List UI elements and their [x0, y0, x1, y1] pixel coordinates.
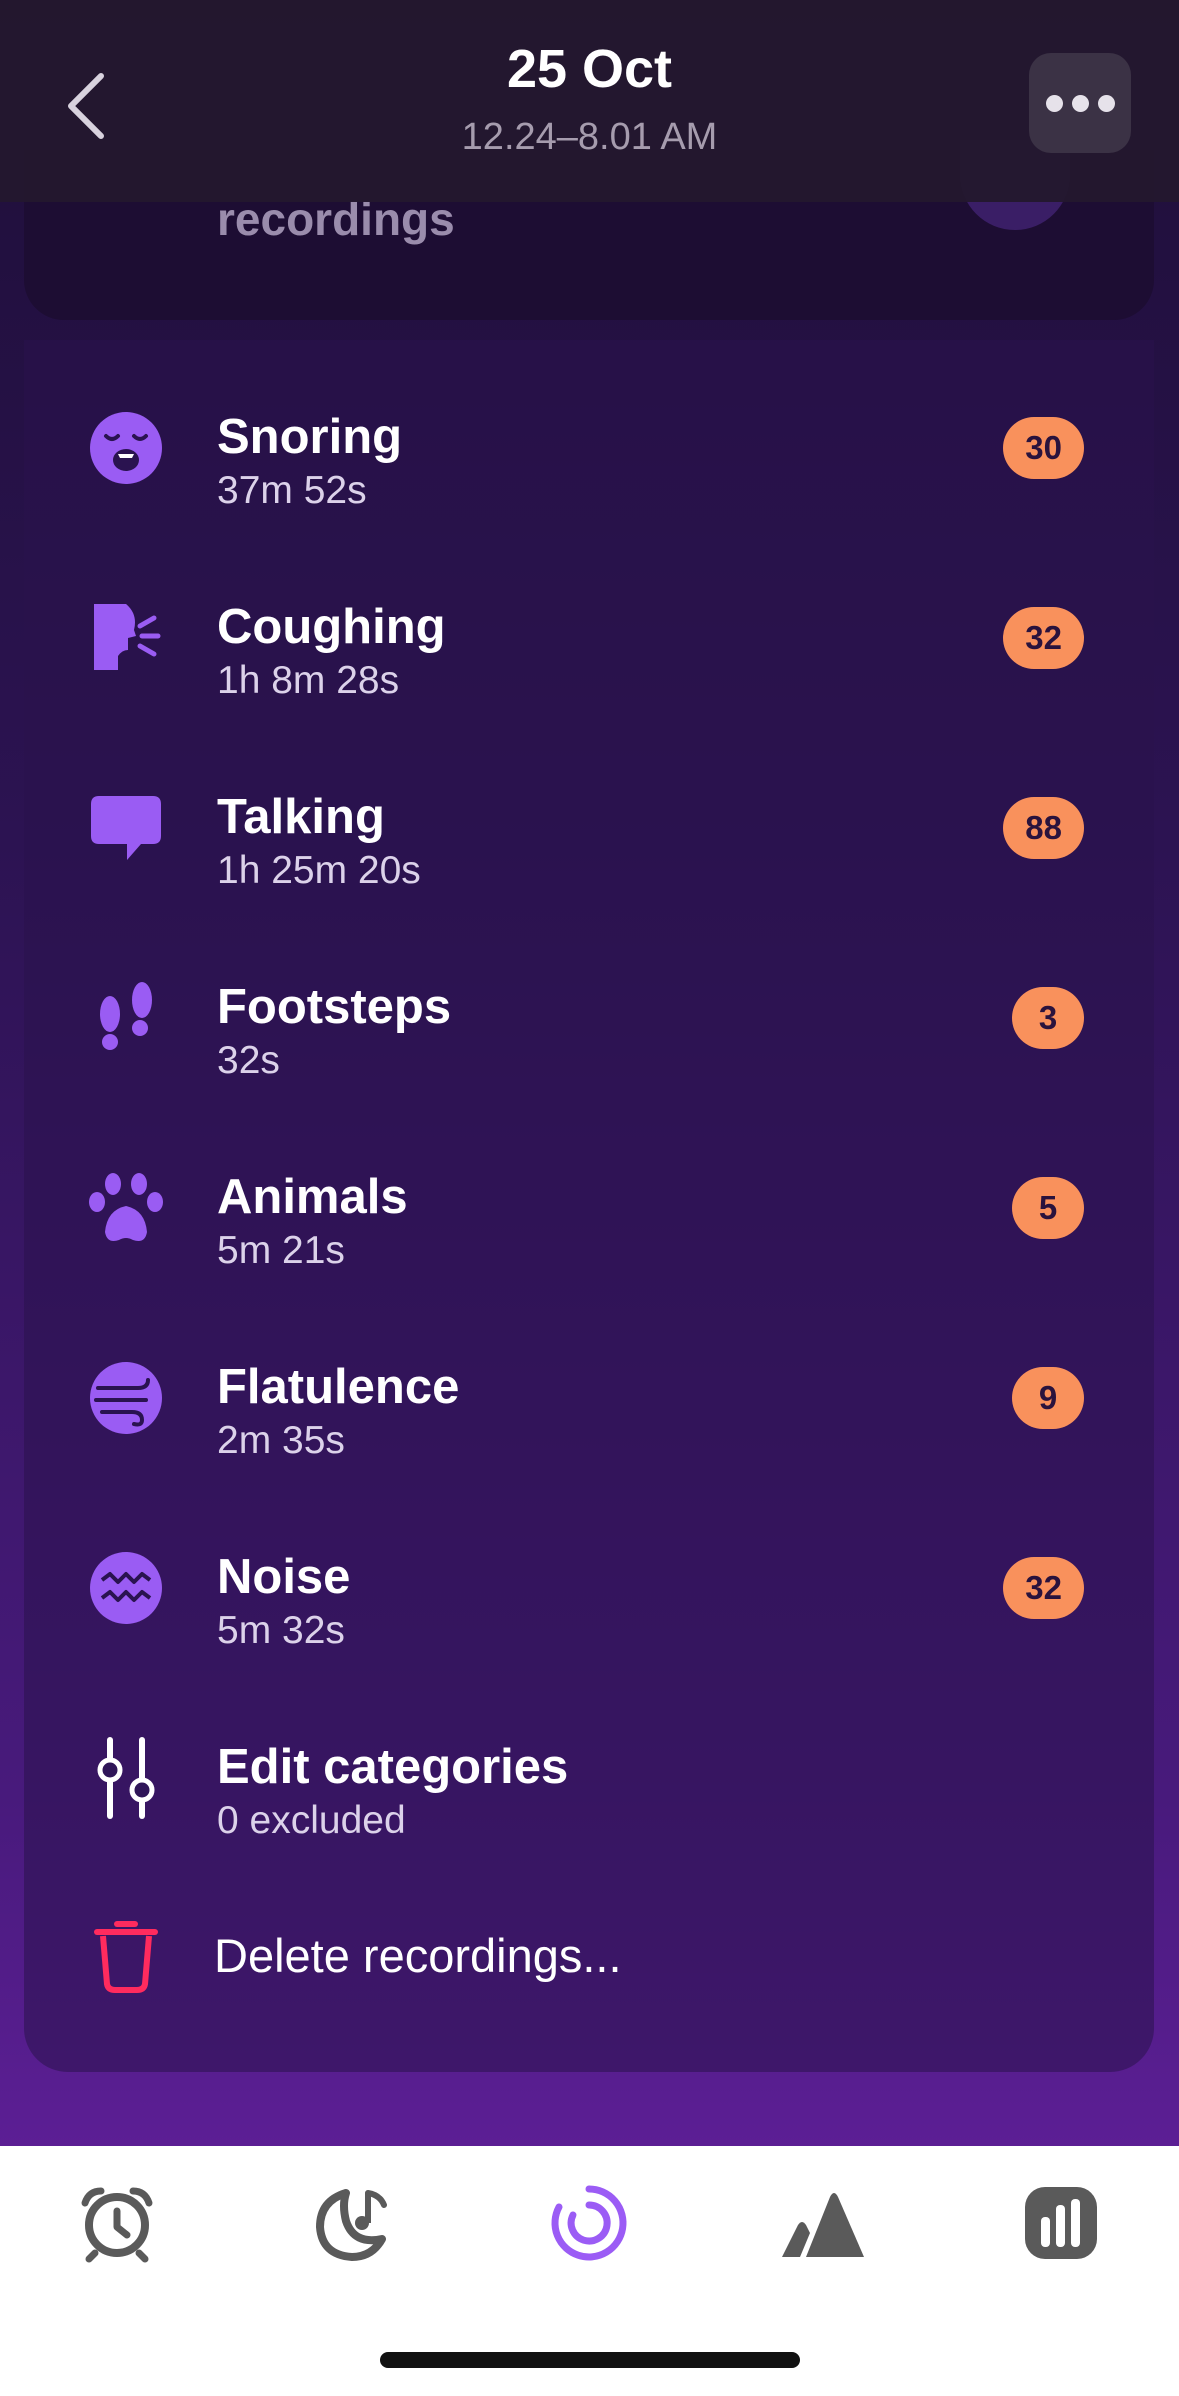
delete-recordings-button[interactable]: Delete recordings...: [24, 1871, 1154, 2041]
footsteps-icon: [84, 976, 168, 1060]
category-row-talking[interactable]: Talking 1h 25m 20s 88: [24, 743, 1154, 913]
category-row-footsteps[interactable]: Footsteps 32s 3: [24, 933, 1154, 1103]
category-name: Snoring: [217, 410, 403, 464]
sliders-icon: [84, 1736, 168, 1820]
category-count-badge: 9: [1012, 1367, 1084, 1429]
category-count-badge: 30: [1003, 417, 1084, 479]
trash-icon: [84, 1914, 168, 1998]
category-name: Animals: [217, 1170, 408, 1224]
category-name: Talking: [217, 790, 385, 844]
category-count-badge: 3: [1012, 987, 1084, 1049]
category-duration: 1h 8m 28s: [217, 659, 400, 702]
more-dots-icon: [1045, 94, 1063, 112]
more-options-button[interactable]: [1029, 53, 1131, 153]
category-row-coughing[interactable]: Coughing 1h 8m 28s 32: [24, 553, 1154, 723]
category-duration: 32s: [217, 1039, 280, 1082]
category-count-badge: 32: [1003, 1557, 1084, 1619]
mountain-icon: [782, 2193, 864, 2257]
tab-statistics[interactable]: [1016, 2178, 1106, 2268]
paw-icon: [84, 1166, 168, 1250]
page-title: 25 Oct: [506, 39, 673, 99]
alarm-clock-icon: [81, 2187, 153, 2263]
noise-wave-icon: [84, 1546, 168, 1630]
time-range: 12.24–8.01 AM: [461, 116, 718, 158]
speech-bubble-icon: [84, 786, 168, 870]
category-count-badge: 32: [1003, 607, 1084, 669]
moon-music-icon: [316, 2189, 387, 2261]
categories-card: Snoring 37m 52s 30 Coughing 1h 8m 28s 32…: [24, 340, 1154, 2072]
category-name: Footsteps: [217, 980, 452, 1034]
bar-chart-icon: [1025, 2187, 1097, 2259]
category-row-noise[interactable]: Noise 5m 32s 32: [24, 1503, 1154, 1673]
category-duration: 5m 21s: [217, 1229, 345, 1272]
category-count-badge: 88: [1003, 797, 1084, 859]
category-name: Noise: [217, 1550, 351, 1604]
nav-header: 25 Oct 12.24–8.01 AM: [0, 0, 1179, 202]
category-count-badge: 5: [1012, 1177, 1084, 1239]
category-name: Coughing: [217, 600, 446, 654]
tab-sleep-sounds[interactable]: [307, 2178, 397, 2268]
category-duration: 1h 25m 20s: [217, 849, 421, 892]
edit-categories-sublabel: 0 excluded: [217, 1799, 406, 1842]
wind-icon: [84, 1356, 168, 1440]
category-row-flatulence[interactable]: Flatulence 2m 35s 9: [24, 1313, 1154, 1483]
tab-dreams[interactable]: [778, 2178, 868, 2268]
category-duration: 37m 52s: [217, 469, 367, 512]
coughing-icon: [84, 596, 168, 680]
category-duration: 2m 35s: [217, 1419, 345, 1462]
progress-ring-icon: [551, 2185, 627, 2261]
category-name: Flatulence: [217, 1360, 460, 1414]
snoring-face-icon: [84, 406, 168, 490]
tab-alarm[interactable]: [72, 2178, 162, 2268]
category-duration: 5m 32s: [217, 1609, 345, 1652]
category-row-animals[interactable]: Animals 5m 21s 5: [24, 1123, 1154, 1293]
category-row-snoring[interactable]: Snoring 37m 52s 30: [24, 363, 1154, 533]
home-indicator: [380, 2352, 800, 2368]
delete-recordings-label: Delete recordings...: [214, 1929, 622, 1982]
edit-categories-label: Edit categories: [217, 1740, 569, 1794]
edit-categories-button[interactable]: Edit categories 0 excluded: [24, 1693, 1154, 1863]
tab-tracking[interactable]: [544, 2178, 634, 2268]
